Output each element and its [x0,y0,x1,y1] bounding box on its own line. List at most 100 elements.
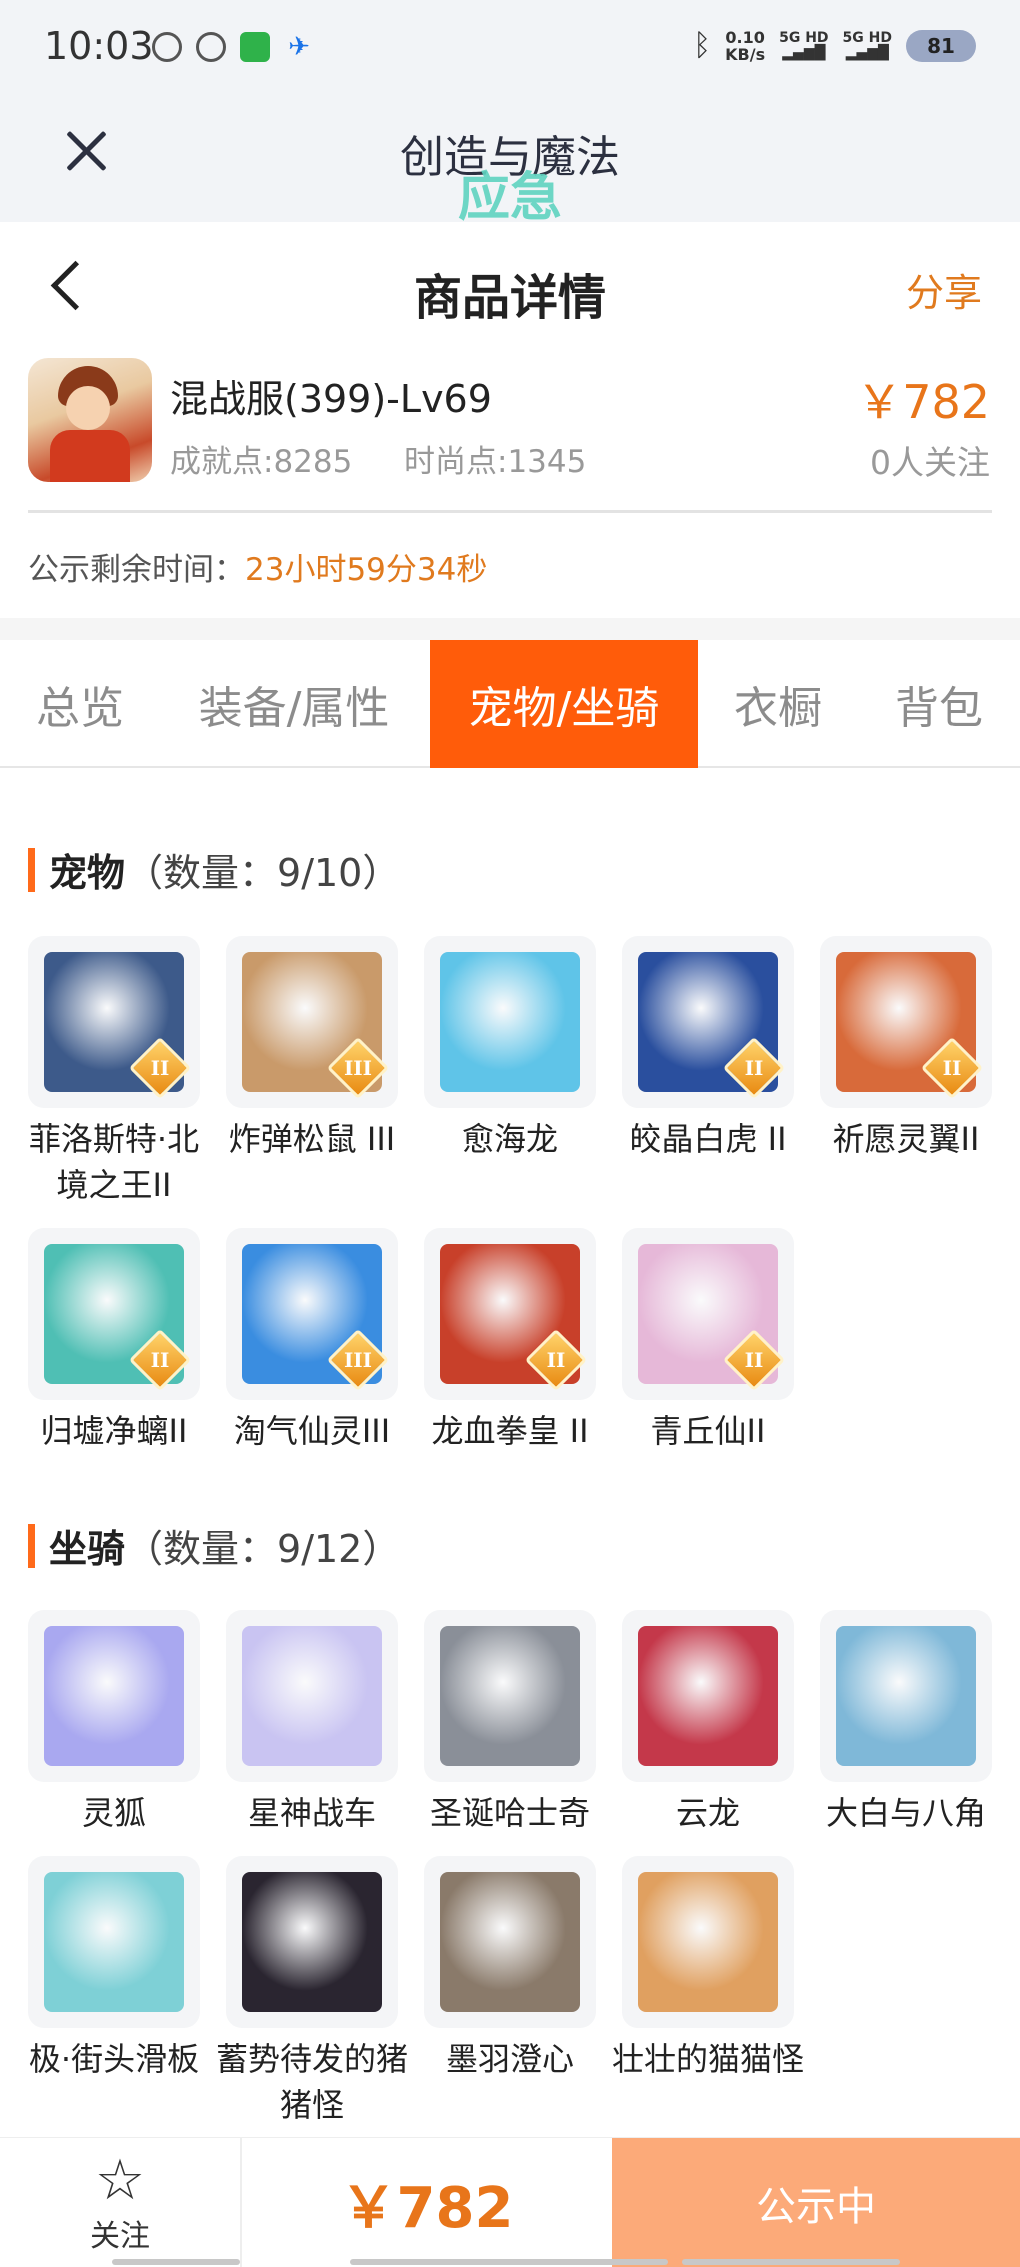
item-artwork [836,1626,976,1766]
item-artwork [638,1626,778,1766]
tab-backpack[interactable]: 背包 [858,640,1020,768]
share-button[interactable]: 分享 [906,262,982,317]
mount-name: 灵狐 [81,1794,146,1832]
pet-item[interactable]: III 淘气仙灵III [214,1228,410,1454]
pet-thumbnail: II [424,1228,596,1400]
mount-thumbnail [28,1610,200,1782]
pet-name: 炸弹松鼠 III [228,1120,396,1158]
scroll-indicator [112,2259,240,2265]
grade-badge-label: II [546,1348,566,1372]
pet-item[interactable]: II 祈愿灵翼II [808,936,1004,1162]
item-artwork [242,1872,382,2012]
pet-name: 皎晶白虎 II [629,1120,787,1158]
pets-title: 宠物 [49,851,126,895]
pet-item[interactable]: III 炸弹松鼠 III [214,936,410,1162]
item-artwork [440,952,580,1092]
pet-item[interactable]: II 皎晶白虎 II [610,936,806,1162]
mount-thumbnail [28,1856,200,2028]
pet-name: 祈愿灵翼II [832,1120,980,1158]
countdown-label: 公示剩余时间： [28,552,245,588]
product-name: 混战服(399)-Lv69 [170,377,492,421]
pet-item[interactable]: II 青丘仙II [610,1228,806,1454]
mount-item[interactable]: 极·街头滑板 [16,1856,212,2082]
pet-item[interactable]: II 归墟净螭II [16,1228,212,1454]
follow-button[interactable]: ☆ 关注 [0,2138,242,2267]
mount-item[interactable]: 蓄势待发的猪猪怪 [214,1856,410,2128]
item-artwork [44,1872,184,2012]
mount-item[interactable]: 圣诞哈士奇 [412,1610,608,1836]
battery-icon: 81 [906,29,976,62]
mount-name: 墨羽澄心 [445,2040,574,2078]
pet-thumbnail: III [226,1228,398,1400]
pet-thumbnail: II [622,936,794,1108]
public-countdown: 公示剩余时间：23小时59分34秒 [28,544,487,589]
countdown-value: 23小时59分34秒 [245,552,488,588]
pet-thumbnail: II [28,1228,200,1400]
mount-thumbnail [820,1610,992,1782]
mounts-count: （数量：9/12） [125,1527,401,1571]
grade-badge-label: III [343,1056,373,1080]
status-notification-icons: ✈ [152,32,314,62]
scroll-indicator [682,2259,900,2265]
tab-pets-mounts[interactable]: 宠物/坐骑 [430,640,698,768]
mounts-title: 坐骑 [49,1527,126,1571]
pet-item[interactable]: 愈海龙 [412,936,608,1162]
divider [28,510,992,513]
mount-name: 壮壮的猫猫怪 [611,2040,804,2078]
net-speed: 0.10 KB/s [725,29,765,63]
mount-thumbnail [226,1610,398,1782]
grade-badge-label: II [150,1056,170,1080]
grade-badge-label: II [150,1348,170,1372]
public-status-button[interactable]: 公示中 [612,2138,1020,2267]
item-artwork [440,1872,580,2012]
bottom-action-bar: ☆ 关注 ￥782 公示中 [0,2137,1020,2267]
pet-name: 青丘仙II [650,1412,766,1450]
mount-item[interactable]: 云龙 [610,1610,806,1836]
signal-2-icon: 5G HD ▂▄▆█ [842,29,892,61]
pet-name: 淘气仙灵III [233,1412,391,1450]
pet-thumbnail [424,936,596,1108]
k-app-icon [152,32,182,62]
section-accent-bar [28,847,35,892]
pets-count: （数量：9/10） [125,851,401,895]
follower-count: 0人关注 [870,443,990,482]
status-right: ᛒ 0.10 KB/s 5G HD ▂▄▆█ 5G HD ▂▄▆█ 81 [693,28,976,63]
mount-item[interactable]: 灵狐 [16,1610,212,1836]
mount-item[interactable]: 墨羽澄心 [412,1856,608,2082]
mount-name: 星神战车 [247,1794,376,1832]
signal-1-icon: 5G HD ▂▄▆█ [779,29,829,61]
mount-item[interactable]: 壮壮的猫猫怪 [610,1856,806,2082]
app-subtitle: 应急 [457,168,562,228]
mount-name: 大白与八角 [825,1794,986,1832]
chat-app-icon [240,32,270,62]
mount-item[interactable]: 星神战车 [214,1610,410,1836]
net-speed-value: 0.10 [725,27,765,47]
item-artwork [638,1872,778,2012]
mount-item[interactable]: 大白与八角 [808,1610,1004,1836]
mount-name: 云龙 [675,1794,740,1832]
tab-overview[interactable]: 总览 [0,640,160,768]
grade-badge-label: III [343,1348,373,1372]
mount-thumbnail [226,1856,398,2028]
pet-item[interactable]: II 菲洛斯特·北境之王II [16,936,212,1208]
tab-equipment[interactable]: 装备/属性 [160,640,428,768]
mount-name: 极·街头滑板 [28,2040,200,2078]
pet-item[interactable]: II 龙血拳皇 II [412,1228,608,1454]
pet-name: 龙血拳皇 II [431,1412,589,1450]
mount-thumbnail [424,1610,596,1782]
page-title: 商品详情 [413,270,606,326]
grade-badge-label: II [744,1056,764,1080]
section-spacer [0,618,1020,640]
net-speed-unit: KB/s [725,44,766,64]
pet-thumbnail: III [226,936,398,1108]
tab-wardrobe[interactable]: 衣橱 [698,640,858,768]
pet-name: 愈海龙 [461,1120,558,1158]
pet-thumbnail: II [622,1228,794,1400]
pets-section-header: 宠物 （数量：9/10） [28,842,400,897]
star-icon: ☆ [94,2148,146,2213]
scroll-indicator [350,2259,668,2265]
follow-label: 关注 [90,2219,150,2254]
mount-name: 蓄势待发的猪猪怪 [215,2040,408,2124]
page-header: 商品详情 分享 [0,222,1020,352]
telecom-icon: ✈ [288,32,310,62]
